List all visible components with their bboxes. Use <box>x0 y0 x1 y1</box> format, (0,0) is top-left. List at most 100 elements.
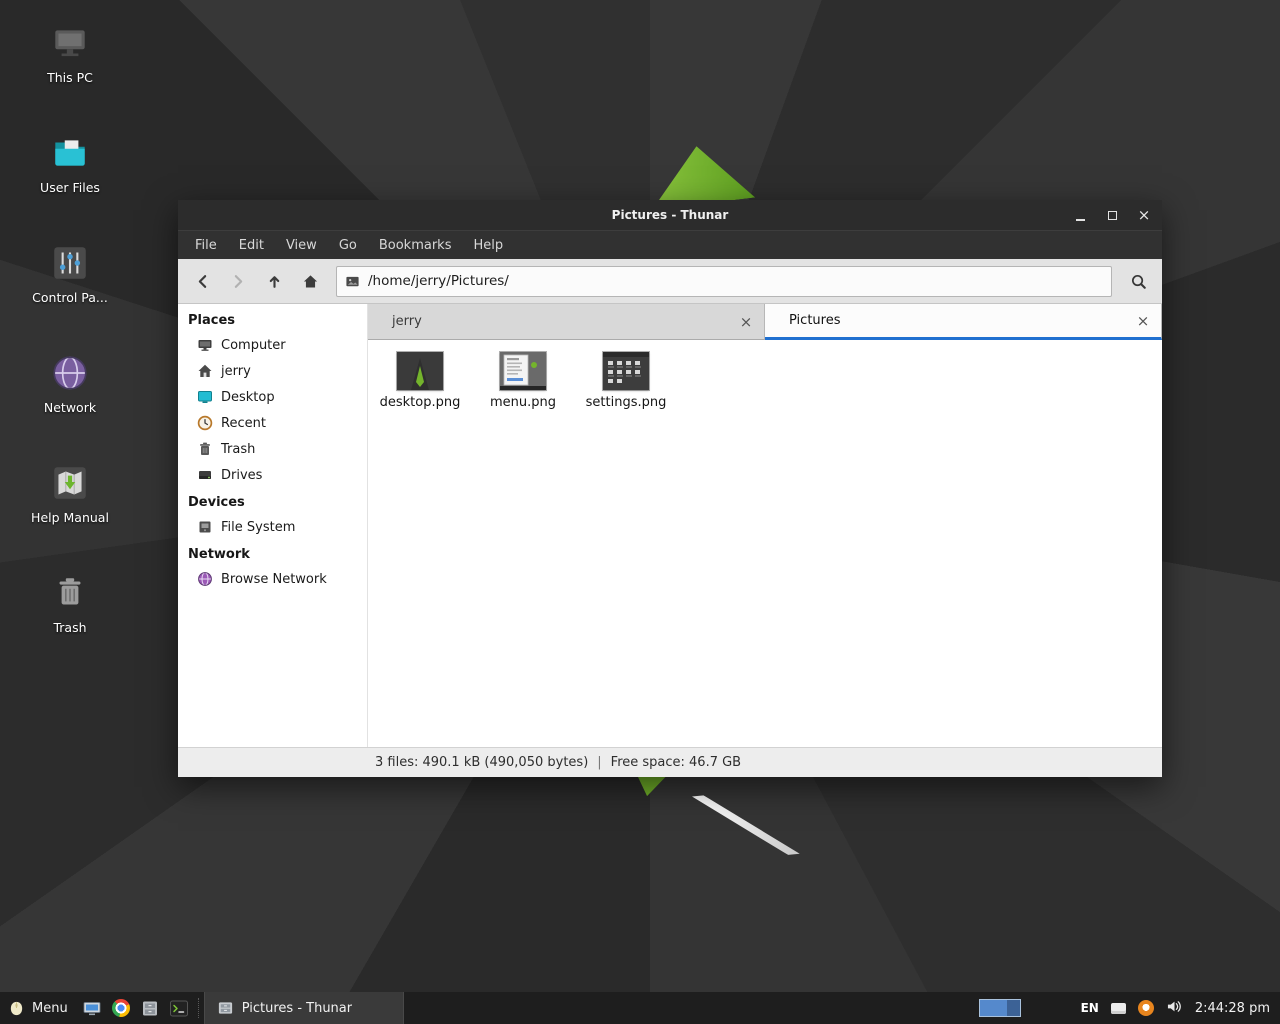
file-menu-png[interactable]: menu.png <box>475 352 571 410</box>
maximize-button[interactable] <box>1096 200 1128 230</box>
applications-menu-button[interactable]: Menu <box>0 992 78 1024</box>
desktop-icon-trash[interactable]: Trash <box>22 572 118 642</box>
sidebar-item-label: jerry <box>221 364 251 379</box>
tab-close-button[interactable]: × <box>736 312 756 332</box>
sidebar-item-label: File System <box>221 520 295 535</box>
sidebar-item-label: Drives <box>221 468 262 483</box>
menu-button-label: Menu <box>32 1001 68 1016</box>
task-button-label: Pictures - Thunar <box>242 1001 352 1016</box>
workspace-pager[interactable] <box>979 999 1021 1017</box>
minimize-icon <box>1076 219 1085 221</box>
desktop-icon-label: Control Pa... <box>32 290 108 305</box>
menu-file[interactable]: File <box>184 231 228 260</box>
drive-icon <box>197 467 213 483</box>
trash-icon <box>197 441 213 457</box>
desktop-icon-column: This PC User Files Control Pa... Network… <box>22 22 118 642</box>
toolbar: /home/jerry/Pictures/ <box>178 259 1162 304</box>
close-button[interactable]: × <box>1128 200 1160 230</box>
image-location-icon <box>345 274 360 289</box>
sidebar-item-desktop[interactable]: Desktop <box>178 384 367 410</box>
desktop-icon-network[interactable]: Network <box>22 352 118 422</box>
sidebar-item-label: Computer <box>221 338 286 353</box>
home-icon <box>302 273 319 290</box>
network-header: Network <box>178 540 367 566</box>
tab-bar: jerry × Pictures × <box>368 304 1162 340</box>
menu-view[interactable]: View <box>275 231 328 260</box>
menu-go[interactable]: Go <box>328 231 368 260</box>
sidebar-item-browse-network[interactable]: Browse Network <box>178 566 367 592</box>
clock-icon <box>197 415 213 431</box>
show-desktop-button[interactable] <box>78 992 107 1024</box>
file-name: menu.png <box>490 395 556 410</box>
sidebar-item-label: Browse Network <box>221 572 327 587</box>
terminal-icon <box>170 1000 188 1017</box>
computer-icon <box>197 337 213 353</box>
sidebar-item-file-system[interactable]: File System <box>178 514 367 540</box>
keyboard-layout-label[interactable]: EN <box>1081 1001 1099 1015</box>
up-button[interactable] <box>258 265 290 297</box>
desktop-icon-label: User Files <box>40 180 100 195</box>
taskbar-clock[interactable]: 2:44:28 pm <box>1195 1001 1270 1016</box>
thunar-task-icon <box>217 1000 234 1016</box>
tab-pictures[interactable]: Pictures × <box>765 304 1162 340</box>
terminal-launcher[interactable] <box>165 992 194 1024</box>
file-desktop-png[interactable]: desktop.png <box>372 352 468 410</box>
desktop-icon-label: Network <box>44 400 96 415</box>
places-header: Places <box>178 306 367 332</box>
taskbar-separator <box>194 992 204 1024</box>
status-files-text: 3 files: 490.1 kB (490,050 bytes) <box>375 755 588 770</box>
file-view[interactable]: desktop.png menu.png settings.png <box>368 340 1162 747</box>
task-button-thunar[interactable]: Pictures - Thunar <box>204 992 404 1024</box>
sidebar-item-trash[interactable]: Trash <box>178 436 367 462</box>
sidebar-item-label: Trash <box>221 442 255 457</box>
home-icon <box>197 363 213 379</box>
show-desktop-icon <box>83 1000 101 1017</box>
sidebar-item-computer[interactable]: Computer <box>178 332 367 358</box>
path-bar[interactable]: /home/jerry/Pictures/ <box>336 266 1112 297</box>
desktop-icon-label: Help Manual <box>31 510 109 525</box>
path-text: /home/jerry/Pictures/ <box>368 273 509 289</box>
forward-arrow-icon <box>230 273 247 290</box>
browser-launcher[interactable] <box>107 992 136 1024</box>
tab-close-button[interactable]: × <box>1133 311 1153 331</box>
desktop-png-thumbnail <box>397 352 443 390</box>
volume-button[interactable] <box>1166 999 1183 1018</box>
speaker-icon <box>1166 999 1183 1014</box>
sidebar-item-label: Desktop <box>221 390 275 405</box>
sidebar-item-home[interactable]: jerry <box>178 358 367 384</box>
side-pane: Places Computer jerry Desktop Recent Tra… <box>178 304 368 747</box>
desktop-icon-user-files[interactable]: User Files <box>22 132 118 202</box>
search-button[interactable] <box>1122 265 1154 297</box>
keyboard-icon[interactable] <box>1111 1003 1126 1014</box>
desktop-icon-this-pc[interactable]: This PC <box>22 22 118 92</box>
browser-icon <box>112 999 130 1017</box>
updates-notifier-icon[interactable] <box>1138 1000 1154 1016</box>
tab-label: jerry <box>392 314 422 329</box>
tab-jerry[interactable]: jerry × <box>368 304 765 340</box>
folder-icon <box>49 132 91 174</box>
menu-help[interactable]: Help <box>462 231 514 260</box>
settings-png-thumbnail <box>603 352 649 390</box>
forward-button[interactable] <box>222 265 254 297</box>
file-manager-launcher[interactable] <box>136 992 165 1024</box>
status-divider: | <box>597 755 601 770</box>
window-title: Pictures - Thunar <box>612 208 729 222</box>
menu-bookmarks[interactable]: Bookmarks <box>368 231 463 260</box>
desktop-icon-control-panel[interactable]: Control Pa... <box>22 242 118 312</box>
trash-icon <box>49 572 91 614</box>
desktop-icon-help-manual[interactable]: Help Manual <box>22 462 118 532</box>
menu-png-thumbnail <box>500 352 546 390</box>
sidebar-item-drives[interactable]: Drives <box>178 462 367 488</box>
back-button[interactable] <box>186 265 218 297</box>
window-titlebar[interactable]: Pictures - Thunar × <box>178 200 1162 230</box>
back-arrow-icon <box>194 273 211 290</box>
taskbar-tray: EN 2:44:28 pm <box>979 992 1280 1024</box>
file-manager-icon <box>141 1000 159 1017</box>
menu-edit[interactable]: Edit <box>228 231 275 260</box>
file-settings-png[interactable]: settings.png <box>578 352 674 410</box>
taskbar: Menu Pictures - Thunar EN 2:44:28 pm <box>0 992 1280 1024</box>
home-button[interactable] <box>294 265 326 297</box>
sidebar-item-recent[interactable]: Recent <box>178 410 367 436</box>
minimize-button[interactable] <box>1064 200 1096 230</box>
control-panel-icon <box>49 242 91 284</box>
